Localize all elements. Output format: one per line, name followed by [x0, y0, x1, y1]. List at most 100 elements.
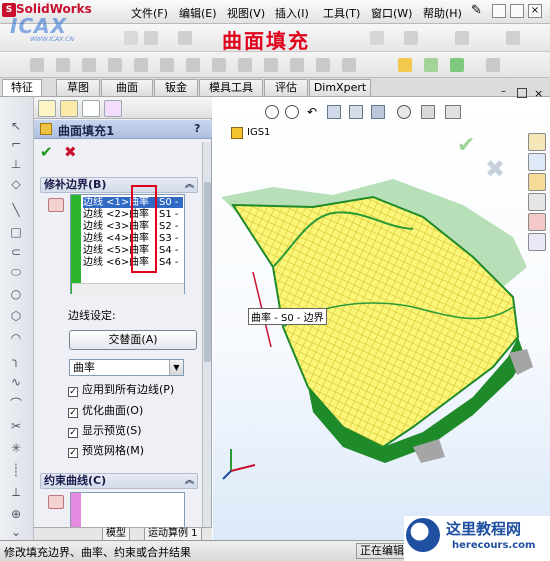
mail-icon[interactable]: [404, 31, 418, 45]
folder-icon[interactable]: [528, 173, 546, 191]
list-horizontal-scrollbar[interactable]: [72, 283, 184, 294]
graphics-area[interactable]: – × ↶ IGS1 ✔ ✖ 曲率 - S0 - 边界: [213, 87, 550, 540]
tab-sheet-metal[interactable]: 钣金: [154, 79, 198, 96]
tab-features[interactable]: 特征: [2, 79, 42, 96]
display-style-icon[interactable]: [371, 105, 385, 119]
home-icon[interactable]: [528, 133, 546, 151]
trim-icon[interactable]: ✂: [8, 419, 24, 433]
tag-icon[interactable]: ◇: [8, 177, 24, 191]
show-preview-checkbox[interactable]: ✓ 显示预览(S): [68, 424, 142, 438]
library-icon[interactable]: [528, 153, 546, 171]
viewport-restore-icon[interactable]: [517, 88, 527, 98]
select-icon[interactable]: [455, 31, 469, 45]
menu-file[interactable]: 文件(F): [131, 5, 168, 21]
split-line-icon[interactable]: [486, 58, 500, 72]
property-manager-tab-icon[interactable]: [60, 100, 78, 117]
view-palette-icon[interactable]: [528, 193, 546, 211]
optimize-surface-checkbox[interactable]: ✓ 优化曲面(O): [68, 404, 143, 418]
offset-surface-icon[interactable]: [186, 58, 200, 72]
menu-view[interactable]: 视图(V): [227, 5, 265, 21]
pattern-icon[interactable]: ⊕: [8, 507, 24, 521]
appearances-icon[interactable]: [528, 213, 546, 231]
appearance-icon[interactable]: [421, 105, 435, 119]
config-manager-tab-icon[interactable]: [82, 100, 100, 117]
alternate-face-button[interactable]: 交替面(A): [69, 330, 197, 350]
line-icon[interactable]: ╲: [8, 203, 24, 217]
spline-icon[interactable]: ∿: [8, 375, 24, 389]
rebuild-icon[interactable]: [124, 31, 138, 45]
curvature-control-select[interactable]: 曲率 ▼: [69, 359, 184, 376]
menu-window[interactable]: 窗口(W): [371, 5, 412, 21]
surface-extrude-icon[interactable]: [30, 58, 44, 72]
collapse-icon[interactable]: ︽: [185, 178, 194, 192]
offset-icon[interactable]: ⌒: [8, 397, 24, 411]
help-icon[interactable]: ?: [194, 122, 200, 135]
more-icon[interactable]: ⌄: [8, 525, 24, 539]
eraser-icon[interactable]: [48, 495, 64, 509]
menu-edit[interactable]: 编辑(E): [179, 5, 217, 21]
mirror-icon[interactable]: ⟂: [8, 485, 24, 499]
ellipse-icon[interactable]: ⬭: [8, 265, 24, 279]
settings-icon[interactable]: [506, 31, 520, 45]
options-icon[interactable]: [370, 31, 384, 45]
curve-icon[interactable]: [424, 58, 438, 72]
fillet-icon[interactable]: ╮: [8, 353, 24, 367]
restore-icon[interactable]: [510, 4, 524, 18]
helix-icon[interactable]: [450, 58, 464, 72]
planar-surface-icon[interactable]: [160, 58, 174, 72]
print-icon[interactable]: [144, 31, 158, 45]
ruled-surface-icon[interactable]: [290, 58, 304, 72]
part-icon[interactable]: [231, 127, 243, 139]
pin-icon[interactable]: ✎: [471, 3, 485, 19]
constraint-curves-group[interactable]: 约束曲线(C) ︽: [40, 473, 198, 489]
sketch-icon[interactable]: [398, 58, 412, 72]
checkbox-icon[interactable]: ✓: [68, 448, 78, 458]
cancel-x-icon[interactable]: ✖: [64, 143, 77, 161]
extend-surface-icon[interactable]: [316, 58, 330, 72]
collapse-icon[interactable]: ︽: [185, 474, 194, 488]
checkbox-icon[interactable]: ✓: [68, 408, 78, 418]
tab-sketch[interactable]: 草图: [56, 79, 100, 96]
viewport-close-icon[interactable]: ×: [534, 87, 543, 100]
sketch-icon[interactable]: ↖: [8, 119, 24, 133]
ok-check-icon[interactable]: ✔: [40, 143, 53, 161]
tab-evaluate[interactable]: 评估: [264, 79, 308, 96]
minimize-icon[interactable]: [492, 4, 506, 18]
polygon-icon[interactable]: ⬡: [8, 309, 24, 323]
section-view-icon[interactable]: [327, 105, 341, 119]
menu-tools[interactable]: 工具(T): [323, 5, 360, 21]
zoom-fit-icon[interactable]: [265, 105, 279, 119]
boundary-edge-list[interactable]: 边线 <1> 曲率 S0 - 边线 <2> 曲率 S1 - 边线 <3> 曲率 …: [70, 194, 185, 294]
property-manager-scrollbar[interactable]: [202, 142, 211, 532]
fill-surface-icon[interactable]: [264, 58, 278, 72]
tab-surfaces[interactable]: 曲面: [101, 79, 153, 96]
knit-surface-icon[interactable]: [238, 58, 252, 72]
menu-insert[interactable]: 插入(I): [275, 5, 309, 21]
boundary-surface-icon[interactable]: [134, 58, 148, 72]
arc-icon[interactable]: ◠: [8, 331, 24, 345]
preview-mesh-checkbox[interactable]: ✓ 预览网格(M): [68, 444, 144, 458]
tab-mold-tools[interactable]: 模具工具: [199, 79, 263, 96]
undo-icon[interactable]: [178, 31, 192, 45]
close-icon[interactable]: ×: [528, 4, 542, 18]
circle-icon[interactable]: ○: [8, 287, 24, 301]
chevron-down-icon[interactable]: ▼: [169, 360, 183, 375]
confirm-check-icon[interactable]: ✔: [457, 133, 475, 158]
smart-dimension-icon[interactable]: ⌐: [8, 137, 24, 151]
apply-all-edges-checkbox[interactable]: ✓ 应用到所有边线(P): [68, 383, 174, 397]
previous-view-icon[interactable]: ↶: [307, 105, 321, 119]
checkbox-icon[interactable]: ✓: [68, 428, 78, 438]
viewport-minimize-icon[interactable]: –: [501, 87, 511, 98]
point-icon[interactable]: ✳: [8, 441, 24, 455]
custom-properties-icon[interactable]: [528, 233, 546, 251]
feature-tree-tab-icon[interactable]: [38, 100, 56, 117]
flyout-tree-item[interactable]: IGS1: [247, 127, 270, 138]
zoom-area-icon[interactable]: [285, 105, 299, 119]
patch-boundary-group[interactable]: 修补边界(B) ︽: [40, 177, 198, 193]
menu-help[interactable]: 帮助(H): [423, 5, 462, 21]
centerline-icon[interactable]: ┊: [8, 463, 24, 477]
dimxpert-tab-icon[interactable]: [104, 100, 122, 117]
rectangle-icon[interactable]: □: [8, 225, 24, 239]
trim-surface-icon[interactable]: [342, 58, 356, 72]
relation-icon[interactable]: ⊥: [8, 157, 24, 171]
